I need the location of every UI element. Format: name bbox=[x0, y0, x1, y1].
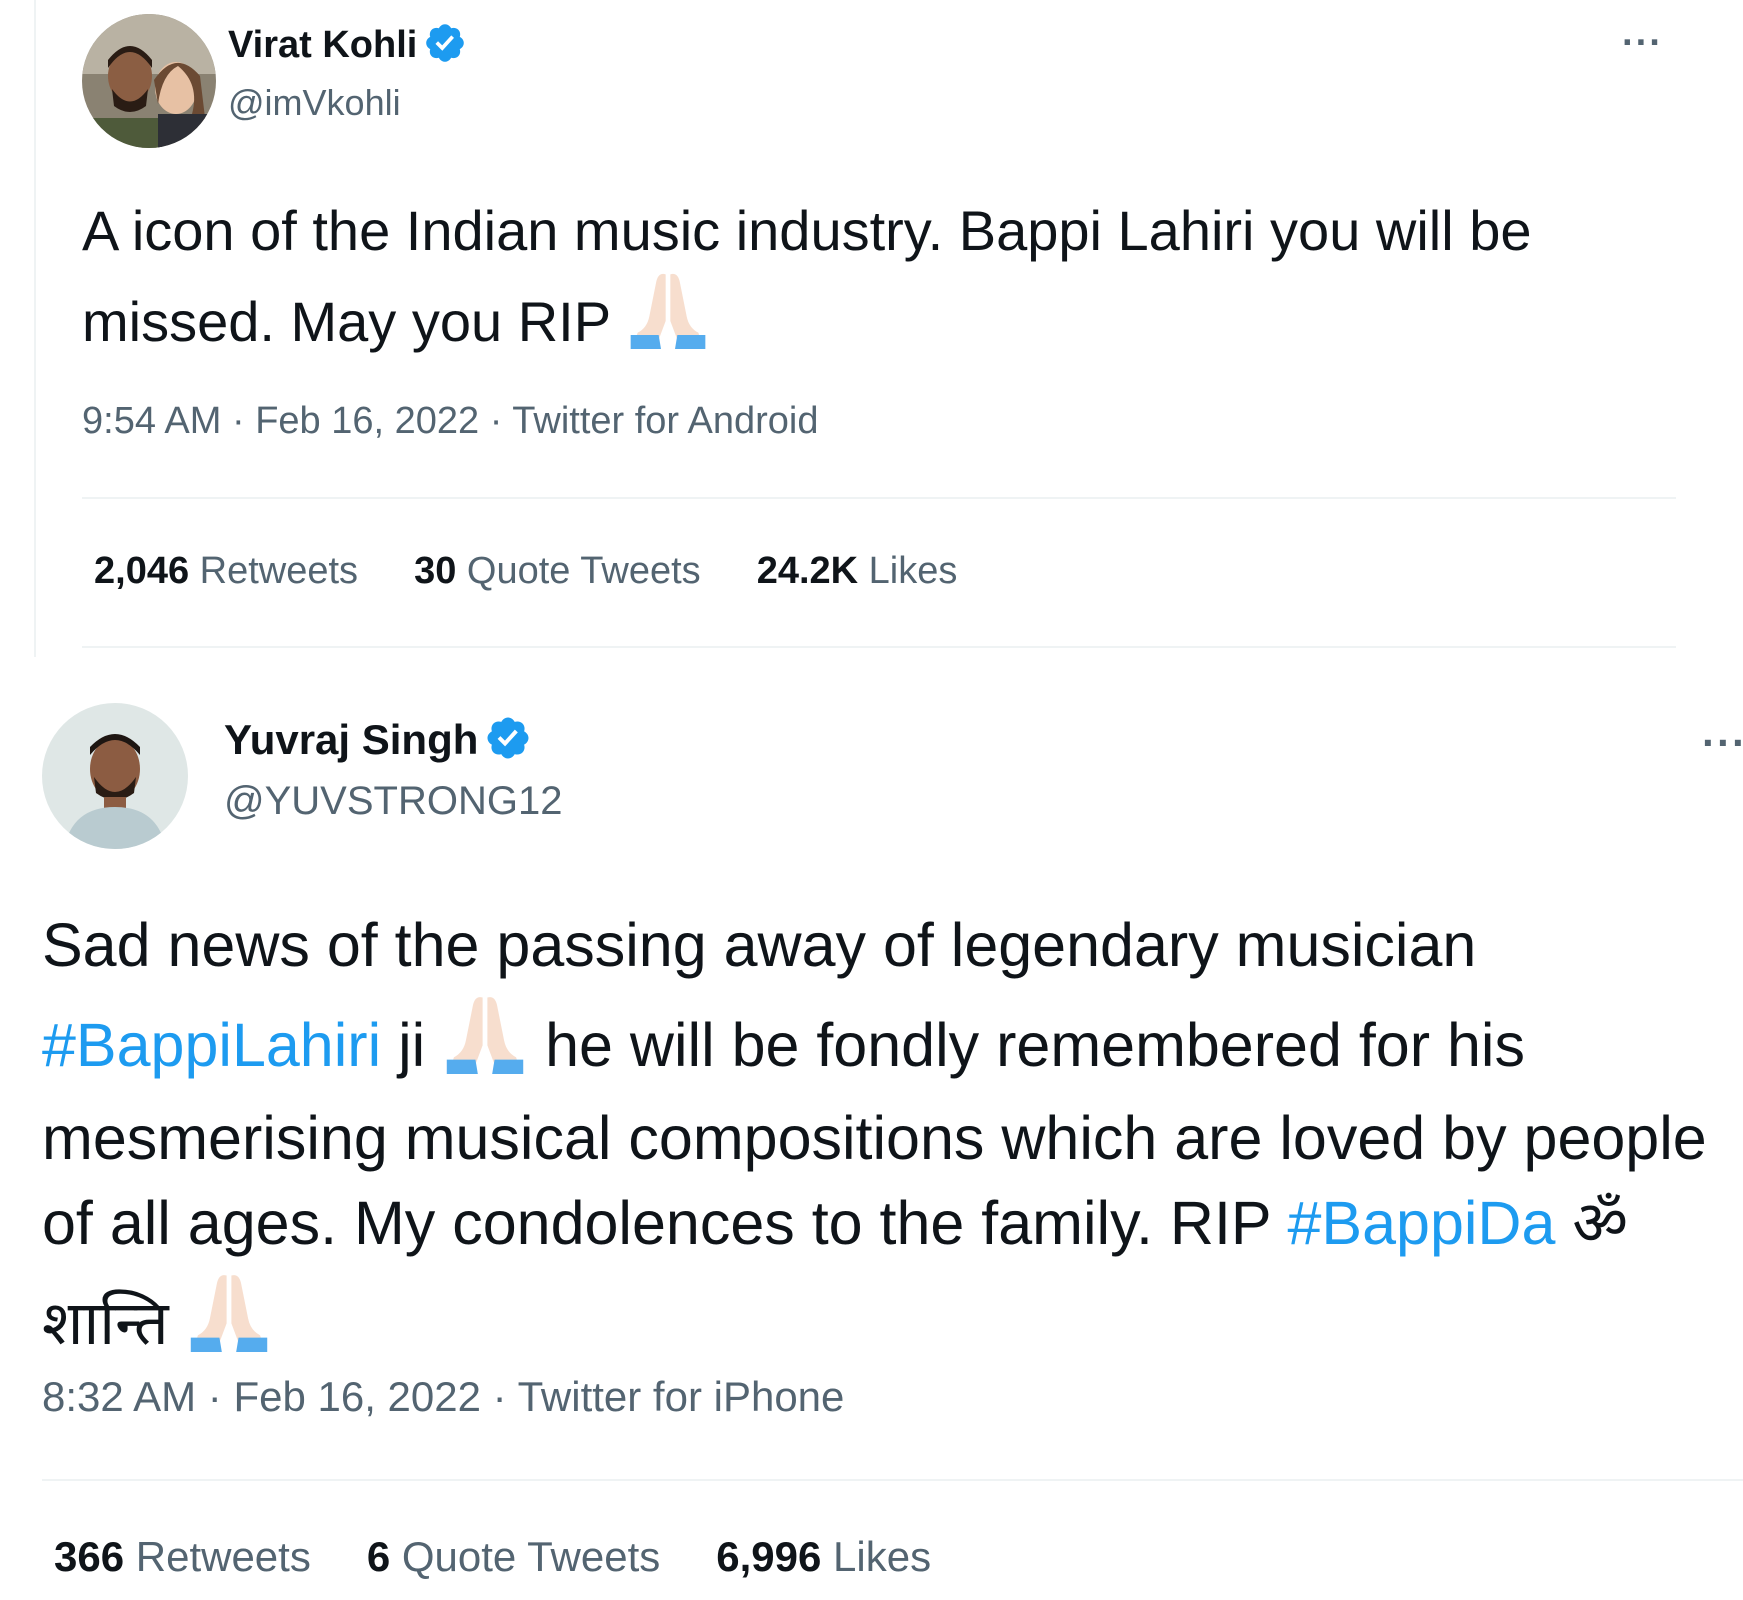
verified-badge-icon bbox=[484, 714, 532, 767]
likes-label: Likes bbox=[833, 1533, 932, 1580]
quote-tweets-label: Quote Tweets bbox=[466, 550, 701, 592]
author-name[interactable]: Virat Kohli bbox=[228, 24, 417, 67]
tweet-text: A icon of the Indian music industry. Bap… bbox=[82, 196, 1612, 365]
hashtag-link[interactable]: #BappiDa bbox=[1287, 1189, 1555, 1257]
avatar[interactable] bbox=[42, 703, 188, 849]
quote-tweets-count: 30 bbox=[414, 550, 457, 592]
more-options-icon[interactable]: ··· bbox=[1622, 22, 1663, 65]
avatar-photo bbox=[82, 14, 216, 148]
meta-separator: · bbox=[489, 400, 503, 442]
tweet-stats: 366 Retweets 6 Quote Tweets 6,996 Likes bbox=[54, 1533, 987, 1581]
tweet-text-part: ji bbox=[398, 1011, 426, 1079]
avatar-photo bbox=[42, 703, 188, 849]
likes-stat[interactable]: 24.2K Likes bbox=[757, 550, 958, 593]
tweet-card-virat-kohli: Virat Kohli @imVkohli ··· A icon of the … bbox=[34, 0, 1676, 657]
divider bbox=[82, 646, 1676, 648]
meta-separator: · bbox=[492, 1373, 507, 1420]
quote-tweets-stat[interactable]: 30 Quote Tweets bbox=[414, 550, 701, 593]
likes-count: 24.2K bbox=[756, 550, 859, 592]
tweet-card-yuvraj-singh: Yuvraj Singh @YUVSTRONG12 ··· Sad news o… bbox=[0, 657, 1743, 1600]
verified-badge-icon bbox=[423, 21, 467, 70]
hashtag-link[interactable]: #BappiLahiri bbox=[42, 1011, 381, 1079]
tweet-text: Sad news of the passing away of legendar… bbox=[42, 903, 1732, 1374]
meta-separator: · bbox=[207, 1373, 222, 1420]
tweet-time[interactable]: 8:32 AM bbox=[42, 1373, 196, 1420]
meta-separator: · bbox=[231, 400, 245, 442]
author-handle[interactable]: @YUVSTRONG12 bbox=[224, 779, 562, 824]
quote-tweets-label: Quote Tweets bbox=[401, 1533, 661, 1580]
tweet-source[interactable]: Twitter for iPhone bbox=[518, 1373, 845, 1420]
tweet-date[interactable]: Feb 16, 2022 bbox=[255, 400, 479, 442]
folded-hands-emoji-icon bbox=[626, 265, 710, 364]
likes-label: Likes bbox=[868, 550, 958, 592]
tweet-text-part: Sad news of the passing away of legendar… bbox=[42, 911, 1477, 979]
divider bbox=[82, 497, 1676, 499]
author-row: Yuvraj Singh bbox=[224, 715, 532, 765]
tweet-meta: 9:54 AM · Feb 16, 2022 · Twitter for And… bbox=[82, 400, 819, 443]
avatar[interactable] bbox=[82, 14, 216, 148]
tweet-date[interactable]: Feb 16, 2022 bbox=[233, 1373, 481, 1420]
author-row: Virat Kohli bbox=[228, 22, 467, 68]
retweets-stat[interactable]: 2,046 Retweets bbox=[94, 550, 358, 593]
folded-hands-emoji-icon bbox=[186, 1266, 272, 1374]
tweet-time[interactable]: 9:54 AM bbox=[82, 400, 221, 442]
likes-count: 6,996 bbox=[716, 1533, 822, 1580]
more-options-icon[interactable]: ··· bbox=[1702, 719, 1743, 767]
retweets-count: 2,046 bbox=[94, 550, 190, 592]
tweet-text-content: A icon of the Indian music industry. Bap… bbox=[82, 199, 1532, 354]
author-handle[interactable]: @imVkohli bbox=[228, 82, 401, 124]
author-name[interactable]: Yuvraj Singh bbox=[224, 716, 478, 764]
tweet-stats: 2,046 Retweets 30 Quote Tweets 24.2K Lik… bbox=[94, 550, 1013, 593]
quote-tweets-count: 6 bbox=[366, 1533, 391, 1580]
tweet-meta: 8:32 AM · Feb 16, 2022 · Twitter for iPh… bbox=[42, 1373, 844, 1421]
folded-hands-emoji-icon bbox=[442, 988, 528, 1096]
retweets-label: Retweets bbox=[135, 1533, 311, 1580]
divider bbox=[42, 1479, 1743, 1481]
likes-stat[interactable]: 6,996 Likes bbox=[716, 1533, 931, 1581]
retweets-count: 366 bbox=[54, 1533, 125, 1580]
retweets-label: Retweets bbox=[199, 550, 359, 592]
quote-tweets-stat[interactable]: 6 Quote Tweets bbox=[367, 1533, 660, 1581]
tweet-source[interactable]: Twitter for Android bbox=[512, 400, 818, 442]
retweets-stat[interactable]: 366 Retweets bbox=[54, 1533, 311, 1581]
